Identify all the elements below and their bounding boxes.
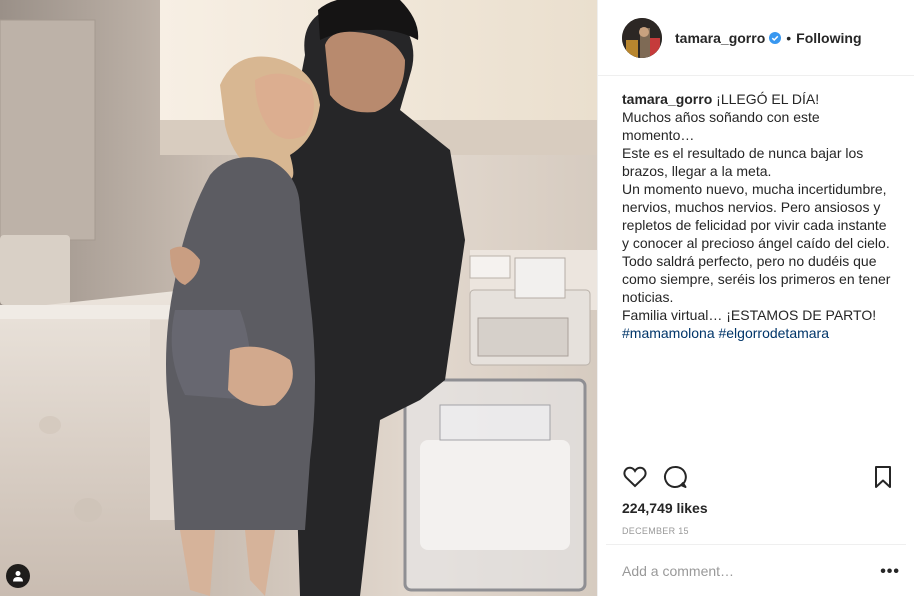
heart-icon[interactable] xyxy=(622,464,648,490)
comment-input[interactable] xyxy=(622,563,862,579)
post-caption: tamara_gorro ¡LLEGÓ EL DÍA! Muchos años … xyxy=(622,90,894,342)
photo-illustration xyxy=(0,0,597,596)
caption-line-4: Un momento nuevo, mucha incertidumbre, n… xyxy=(622,181,890,251)
likes-count[interactable]: 224,749 likes xyxy=(622,500,708,516)
caption-line-1: ¡LLEGÓ EL DÍA! xyxy=(716,91,820,107)
more-options-button[interactable]: ••• xyxy=(880,563,900,581)
separator-dot: • xyxy=(786,29,792,46)
caption-line-2: Muchos años soñando con este momento… xyxy=(622,109,820,143)
username[interactable]: tamara_gorro xyxy=(675,30,765,46)
instagram-post: tamara_gorro • Following tamara_gorro ¡L… xyxy=(0,0,914,596)
following-button[interactable]: Following xyxy=(796,30,861,46)
avatar-image xyxy=(622,17,662,58)
bookmark-icon[interactable] xyxy=(870,464,896,490)
caption-line-5: Todo saldrá perfecto, pero no dudéis que… xyxy=(622,253,891,305)
comment-icon[interactable] xyxy=(662,464,688,490)
caption-line-6: Familia virtual… ¡ESTAMOS DE PARTO! xyxy=(622,307,877,323)
comment-bar: ••• xyxy=(606,544,906,597)
post-photo[interactable] xyxy=(0,0,597,596)
avatar[interactable] xyxy=(622,17,662,58)
post-header: tamara_gorro • Following xyxy=(598,0,914,76)
post-actions xyxy=(622,464,892,492)
tag-button[interactable] xyxy=(6,564,30,588)
post-sidebar: tamara_gorro • Following tamara_gorro ¡L… xyxy=(597,0,914,596)
caption-line-3: Este es el resultado de nunca bajar los … xyxy=(622,145,864,179)
post-date: DECEMBER 15 xyxy=(622,526,689,536)
verified-badge-icon xyxy=(769,31,782,44)
user-tag-icon xyxy=(13,571,23,582)
caption-hashtags[interactable]: #mamamolona #elgorrodetamara xyxy=(622,325,829,341)
caption-username[interactable]: tamara_gorro xyxy=(622,91,712,107)
